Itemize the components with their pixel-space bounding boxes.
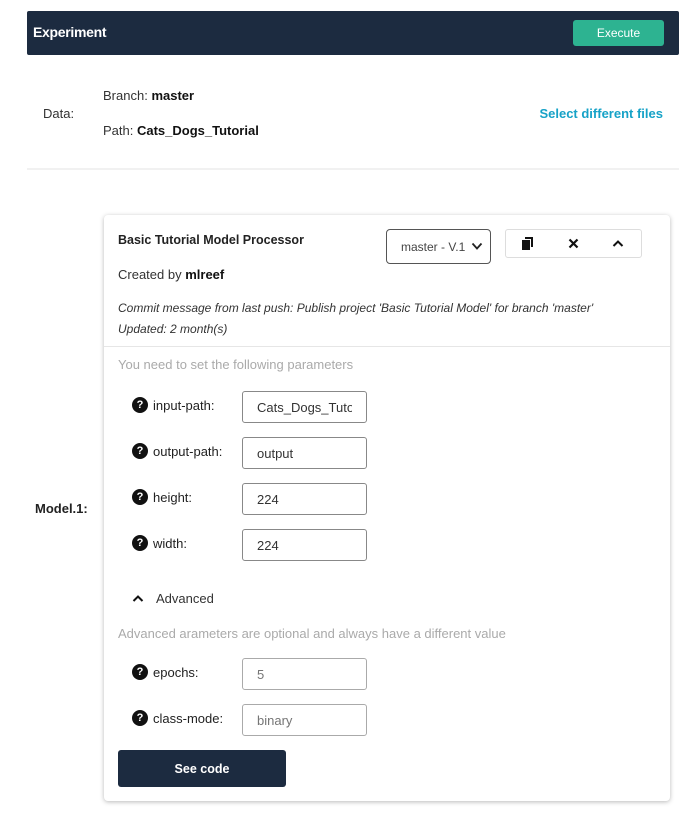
path-value: Cats_Dogs_Tutorial (136, 123, 259, 138)
height-field[interactable] (242, 483, 367, 515)
help-icon[interactable]: ? (132, 397, 148, 413)
chevron-up-icon[interactable] (603, 230, 633, 257)
branch-label: Branch: (103, 88, 148, 103)
help-icon[interactable]: ? (132, 664, 148, 680)
created-by: Created by mlreef (118, 267, 224, 282)
branch-value: master (151, 88, 195, 103)
params-hint: You need to set the following parameters (118, 357, 354, 372)
param-label: epochs: (153, 665, 199, 680)
help-icon[interactable]: ? (132, 489, 148, 505)
help-icon[interactable]: ? (132, 443, 148, 459)
execute-button[interactable]: Execute (573, 20, 664, 46)
created-by-value: mlreef (185, 267, 225, 282)
model-title: Basic Tutorial Model Processor (118, 233, 304, 247)
chevron-down-icon (471, 240, 483, 255)
created-by-label: Created by (118, 267, 182, 282)
divider (104, 346, 670, 347)
copy-icon[interactable] (512, 230, 542, 257)
class-mode-field[interactable] (242, 704, 367, 736)
branch-info: Branch: master (103, 88, 194, 103)
select-different-files-link[interactable]: Select different files (539, 106, 663, 121)
data-label: Data: (43, 106, 75, 121)
advanced-toggle[interactable]: Advanced (132, 591, 214, 606)
advanced-hint: Advanced arameters are optional and alwa… (118, 626, 506, 641)
epochs-field[interactable] (242, 658, 367, 690)
updated-text: Updated: 2 month(s) (118, 322, 228, 336)
param-label: width: (153, 536, 187, 551)
version-select[interactable]: master - V.1 (386, 229, 491, 264)
data-panel: Data: Branch: master Path: Cats_Dogs_Tut… (27, 55, 679, 170)
model-actions (505, 229, 642, 258)
model-card: Basic Tutorial Model Processor Created b… (104, 215, 670, 801)
width-field[interactable] (242, 529, 367, 561)
model-label: Model.1: (35, 501, 88, 516)
help-icon[interactable]: ? (132, 535, 148, 551)
param-label: class-mode: (153, 711, 224, 726)
commit-message: Commit message from last push: Publish p… (118, 301, 594, 315)
see-code-button[interactable]: See code (118, 750, 286, 787)
close-icon[interactable] (558, 230, 588, 257)
path-info: Path: Cats_Dogs_Tutorial (103, 123, 259, 138)
param-label: height: (153, 490, 193, 505)
chevron-up-icon (132, 592, 146, 606)
help-icon[interactable]: ? (132, 710, 148, 726)
model-area: Model.1: Basic Tutorial Model Processor … (27, 172, 679, 829)
page-title: Experiment (33, 24, 107, 40)
path-label: Path: (103, 123, 134, 138)
output-path-field[interactable] (242, 437, 367, 469)
advanced-label: Advanced (156, 591, 214, 606)
experiment-header: Experiment Execute (27, 11, 679, 55)
param-label: output-path: (153, 444, 223, 459)
version-selected-value: master - V.1 (401, 240, 466, 254)
param-label: input-path: (153, 398, 215, 413)
input-path-field[interactable] (242, 391, 367, 423)
